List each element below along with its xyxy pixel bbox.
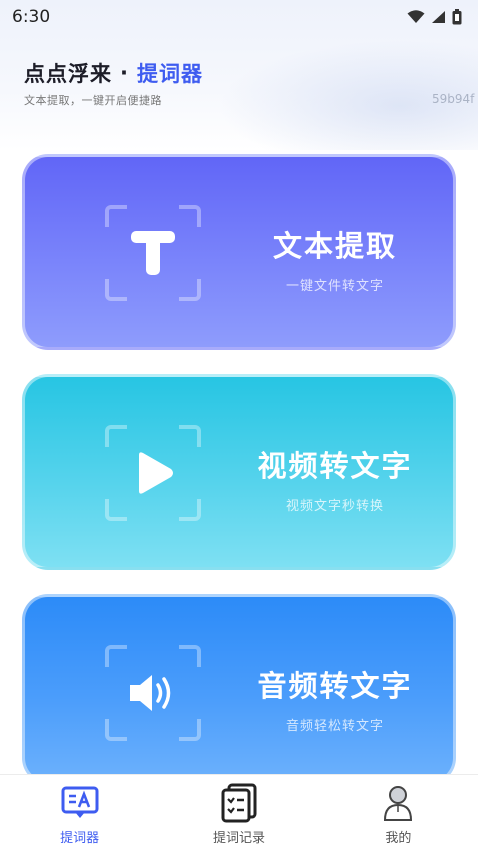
scan-frame bbox=[105, 425, 201, 521]
status-time: 6:30 bbox=[12, 7, 51, 27]
app-subtitle: 文本提取，一键开启便捷路 bbox=[24, 94, 162, 107]
app-header: 点点浮来 · 提词器 文本提取，一键开启便捷路 bbox=[24, 58, 478, 118]
bottom-nav: 提词器 提词记录 我的 bbox=[0, 774, 478, 850]
wifi-icon bbox=[407, 10, 425, 24]
scan-frame bbox=[105, 205, 201, 301]
battery-icon bbox=[452, 9, 462, 25]
nav-label: 我的 bbox=[385, 831, 412, 846]
card-desc: 视频文字秒转换 bbox=[285, 499, 384, 514]
app-title: 点点浮来 · 提词器 bbox=[24, 58, 478, 88]
record-list-icon bbox=[219, 783, 259, 823]
audio-to-text-card[interactable]: 音频转文字 音频轻松转文字 bbox=[22, 594, 456, 784]
play-icon bbox=[105, 425, 201, 521]
nav-label: 提词器 bbox=[60, 831, 100, 846]
nav-item-teleprompter[interactable]: 提词器 bbox=[0, 775, 159, 850]
card-title: 视频转文字 bbox=[257, 449, 413, 483]
scan-frame bbox=[105, 645, 201, 741]
text-t-icon bbox=[105, 205, 201, 301]
speaker-icon bbox=[105, 645, 201, 741]
nav-item-profile[interactable]: 我的 bbox=[319, 775, 478, 850]
nav-label: 提词记录 bbox=[212, 831, 265, 846]
app-title-accent: 提词器 bbox=[136, 62, 203, 86]
teleprompter-icon bbox=[60, 783, 100, 823]
text-extract-card[interactable]: 文本提取 一键文件转文字 bbox=[22, 154, 456, 350]
card-desc: 一键文件转文字 bbox=[285, 279, 384, 294]
card-title: 音频转文字 bbox=[257, 669, 413, 703]
app-title-separator: · bbox=[120, 61, 129, 85]
signal-icon bbox=[431, 10, 446, 24]
status-bar: 6:30 bbox=[0, 0, 478, 34]
card-desc: 音频轻松转文字 bbox=[285, 719, 384, 734]
status-icons bbox=[407, 9, 462, 25]
video-to-text-card[interactable]: 视频转文字 视频文字秒转换 bbox=[22, 374, 456, 570]
profile-icon bbox=[378, 783, 418, 823]
card-title: 文本提取 bbox=[272, 229, 397, 263]
app-title-main: 点点浮来 bbox=[24, 62, 112, 86]
nav-item-records[interactable]: 提词记录 bbox=[159, 775, 318, 850]
corner-code: 59b94f bbox=[432, 92, 475, 106]
